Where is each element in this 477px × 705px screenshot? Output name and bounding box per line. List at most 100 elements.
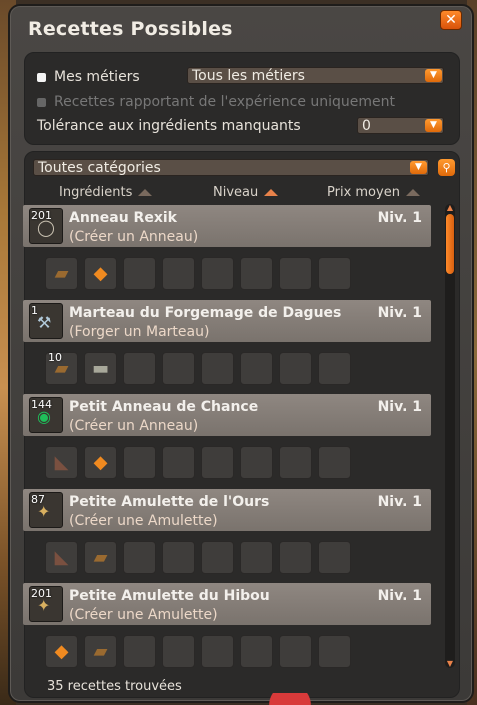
amulet-icon[interactable]: 201 ✦ <box>29 586 63 622</box>
sort-arrow-icon <box>405 189 420 196</box>
ingredient-slots: ◣ ◆ <box>45 446 357 479</box>
item-glyph: ◉ <box>37 407 51 426</box>
recipe-action: (Créer un Anneau) <box>69 229 199 245</box>
recipe-row[interactable]: 1 ⚒ Marteau du Forgemage de Dagues (Forger … <box>15 299 445 394</box>
recipe-name: Marteau du Forgemage de Dagues <box>69 304 342 321</box>
recipe-action: (Forger un Marteau) <box>69 323 210 340</box>
empty-ingredient-slot <box>123 635 156 668</box>
category-select[interactable]: Toutes catégories ▼ <box>33 159 429 176</box>
item-glyph: ◯ <box>37 218 55 237</box>
empty-ingredient-slot <box>162 635 195 668</box>
search-icon: ⚲ <box>442 161 451 174</box>
tolerance-row: Tolérance aux ingrédients manquants <box>37 118 301 134</box>
empty-ingredient-slot <box>279 635 312 668</box>
recipe-name: Petite Amulette du Hibou <box>69 588 270 604</box>
wood-log-icon: ▰ <box>93 546 108 568</box>
ingredient-slot[interactable]: ◆ <box>84 257 117 290</box>
recipe-header[interactable]: 87 ✦ Petite Amulette de l'Ours (Créer une A… <box>23 488 431 531</box>
recipe-row[interactable]: 201 ◯ Anneau Rexik (Créer un Anneau) Niv. 1 ▰… <box>15 205 445 299</box>
recipe-row[interactable]: 87 ✦ Petite Amulette de l'Ours (Créer une A… <box>15 488 445 583</box>
recipe-row[interactable]: 144 ◉ Petit Anneau de Chance (Créer un Anne… <box>15 394 445 488</box>
scrollbar[interactable]: ▲ ▼ <box>445 204 455 668</box>
sort-level[interactable]: Niveau <box>213 185 279 200</box>
sort-price[interactable]: Prix moyen <box>327 185 420 200</box>
window-title: Recettes Possibles <box>28 18 233 40</box>
ingredient-slot[interactable]: ▰ <box>84 635 117 668</box>
recipe-header[interactable]: 1 ⚒ Marteau du Forgemage de Dagues (Forger … <box>23 299 431 342</box>
empty-ingredient-slot <box>123 446 156 479</box>
recipe-list-panel: Toutes catégories ▼ ⚲ Ingrédients Niveau… <box>23 151 460 698</box>
empty-ingredient-slot <box>279 351 312 385</box>
scroll-up-icon[interactable]: ▲ <box>445 204 455 212</box>
empty-ingredient-slot <box>240 351 273 385</box>
empty-ingredient-slot <box>279 446 312 479</box>
job-select-value: Tous les métiers <box>192 68 305 84</box>
amulet-icon[interactable]: 87 ✦ <box>29 491 63 528</box>
tolerance-select[interactable]: 0 ▼ <box>357 117 444 134</box>
ingredient-slot[interactable]: ▰ 10 <box>45 350 78 385</box>
ingredient-quantity: 10 <box>48 350 62 364</box>
recipe-header[interactable]: 144 ◉ Petit Anneau de Chance (Créer un Anne… <box>23 394 431 436</box>
empty-ingredient-slot <box>240 257 273 290</box>
empty-ingredient-slot <box>240 446 273 479</box>
ingredient-slots: ▰ 10 ▬ <box>45 350 357 385</box>
ring-icon[interactable]: 201 ◯ <box>29 208 63 244</box>
empty-ingredient-slot <box>279 257 312 290</box>
ingredient-slots: ▰ ◆ <box>45 257 357 290</box>
recipe-row[interactable]: 201 ✦ Petite Amulette du Hibou (Créer une A… <box>15 583 445 677</box>
empty-ingredient-slot <box>123 351 156 385</box>
recipe-level: Niv. 1 <box>377 493 422 510</box>
ingredient-slot[interactable]: ▰ <box>45 257 78 290</box>
xp-only-label: Recettes rapportant de l'expérience uniq… <box>54 94 396 110</box>
recipe-header[interactable]: 201 ◯ Anneau Rexik (Créer un Anneau) Niv. 1 <box>23 205 431 247</box>
empty-ingredient-slot <box>318 257 351 290</box>
ingredient-slot[interactable]: ◣ <box>45 540 78 574</box>
scrollbar-thumb[interactable] <box>446 214 454 274</box>
ingredient-slot[interactable]: ◣ <box>45 446 78 479</box>
item-glyph: ⚒ <box>37 312 52 332</box>
recipe-action: (Créer une Amulette) <box>69 607 218 623</box>
leather-icon: ◣ <box>54 546 69 568</box>
my-jobs-label: Mes métiers <box>54 69 140 85</box>
close-button[interactable]: ✕ <box>440 10 462 30</box>
recipes-window: Recettes Possibles ✕ Mes métiers Tous le… <box>8 4 474 703</box>
recipe-name: Petite Amulette de l'Ours <box>69 493 270 510</box>
my-jobs-checkbox-row[interactable]: Mes métiers <box>37 69 140 85</box>
empty-ingredient-slot <box>240 540 273 574</box>
sort-price-label: Prix moyen <box>327 185 400 200</box>
sort-ingredients-label: Ingrédients <box>59 185 133 200</box>
leather-icon: ◣ <box>54 452 69 473</box>
empty-ingredient-slot <box>162 446 195 479</box>
recipe-name: Petit Anneau de Chance <box>69 399 259 415</box>
empty-ingredient-slot <box>240 635 273 668</box>
recipe-level: Niv. 1 <box>377 399 422 415</box>
empty-ingredient-slot <box>162 540 195 574</box>
my-jobs-checkbox[interactable] <box>37 72 46 82</box>
ingredient-slot[interactable]: ◆ <box>45 635 78 668</box>
search-button[interactable]: ⚲ <box>438 159 455 176</box>
orange-gem-icon: ◆ <box>93 452 108 473</box>
tolerance-label: Tolérance aux ingrédients manquants <box>37 118 301 134</box>
empty-ingredient-slot <box>318 635 351 668</box>
sort-ingredients[interactable]: Ingrédients <box>59 185 153 200</box>
ingredient-slot[interactable]: ◆ <box>84 446 117 479</box>
scroll-down-icon[interactable]: ▼ <box>445 660 455 668</box>
chevron-down-icon: ▼ <box>410 161 427 174</box>
ingredient-slot[interactable]: ▰ <box>84 540 117 574</box>
recipe-header[interactable]: 201 ✦ Petite Amulette du Hibou (Créer une A… <box>23 583 431 625</box>
recipe-action: (Créer une Amulette) <box>69 512 218 529</box>
sort-arrow-icon <box>264 189 279 196</box>
green-ring-icon[interactable]: 144 ◉ <box>29 397 63 433</box>
item-glyph: ✦ <box>37 501 51 521</box>
ingredient-slots: ◣ ▰ <box>45 540 357 574</box>
empty-ingredient-slot <box>279 540 312 574</box>
empty-ingredient-slot <box>123 540 156 574</box>
heart-ornament <box>258 693 322 705</box>
empty-ingredient-slot <box>123 257 156 290</box>
empty-ingredient-slot <box>201 257 234 290</box>
ingredient-slot[interactable]: ▬ <box>84 351 117 385</box>
recipe-name: Anneau Rexik <box>69 210 177 226</box>
hammer-icon[interactable]: 1 ⚒ <box>29 302 63 339</box>
job-select[interactable]: Tous les métiers ▼ <box>187 67 444 84</box>
ingredient-slots: ◆ ▰ <box>45 635 357 668</box>
